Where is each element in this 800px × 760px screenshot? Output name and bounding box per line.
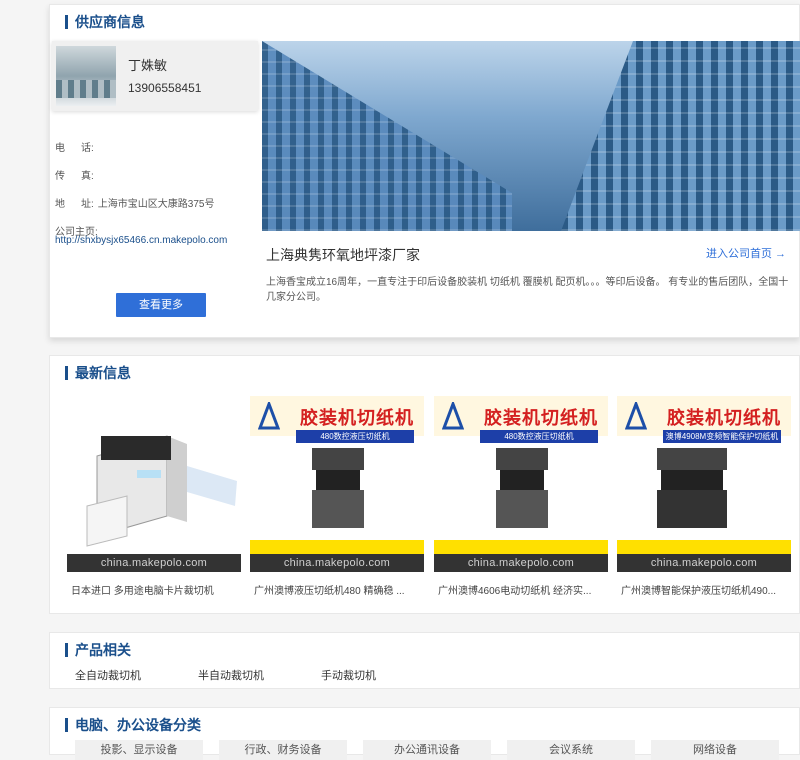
poster-subtitle: 480数控液压切纸机 — [296, 430, 414, 443]
contact-phone: 13906558451 — [128, 81, 202, 95]
homepage-link[interactable]: http://shxbysjx65466.cn.makepolo.com — [55, 235, 227, 246]
related-item[interactable]: 半自动裁切机 — [198, 667, 264, 683]
brand-logo-icon — [625, 402, 647, 430]
poster-title: 胶装机切纸机 — [300, 408, 414, 428]
watermark: china.makepolo.com — [250, 554, 424, 572]
company-description: 上海香宝成立16周年，一直专注于印后设备胶装机 切纸机 覆膜机 配页机。。。等印… — [266, 277, 789, 303]
latest-title: 最新信息 — [65, 364, 131, 382]
brand-logo-icon — [442, 402, 464, 430]
related-item[interactable]: 手动裁切机 — [321, 667, 376, 683]
watermark: china.makepolo.com — [617, 554, 791, 572]
categories-title: 电脑、办公设备分类 — [65, 716, 201, 734]
product-image[interactable]: 胶装机切纸机 480数控液压切纸机 china.makepolo.com — [434, 396, 608, 572]
enter-company-link[interactable]: 进入公司首页 → — [706, 245, 786, 261]
category-item[interactable]: 会议系统 — [507, 740, 635, 760]
related-title: 产品相关 — [65, 641, 131, 659]
category-item[interactable]: 网络设备 — [651, 740, 779, 760]
poster-subtitle: 480数控液压切纸机 — [480, 430, 598, 443]
product-caption[interactable]: 广州澳博液压切纸机480 精确稳 ... — [254, 582, 424, 597]
latest-info-panel: 最新信息 china.makepolo.com 日本进口 多用途电脑卡片裁切机 … — [49, 355, 800, 614]
product-image[interactable]: china.makepolo.com — [67, 396, 241, 572]
contact-card: 丁姝敏 13906558451 — [52, 41, 258, 111]
tel-line: 电 话: — [55, 139, 94, 154]
categories-panel: 电脑、办公设备分类 投影、显示设备 行政、财务设备 办公通讯设备 会议系统 网络… — [49, 707, 800, 760]
category-item[interactable]: 行政、财务设备 — [219, 740, 347, 760]
fax-line: 传 真: — [55, 167, 94, 182]
product-caption[interactable]: 日本进口 多用途电脑卡片裁切机 — [71, 582, 241, 597]
category-item[interactable]: 办公通讯设备 — [363, 740, 491, 760]
avatar — [56, 46, 116, 106]
tel-label2: 话: — [81, 143, 94, 154]
address-line: 地 址: 上海市宝山区大康路375号 — [55, 195, 214, 210]
product-caption[interactable]: 广州澳博智能保护液压切纸机490... — [621, 582, 791, 597]
supplier-panel: 供应商信息 丁姝敏 13906558451 电 话: 传 真: 地 址: 上海市宝山区大… — [49, 4, 800, 338]
watermark: china.makepolo.com — [67, 554, 241, 572]
poster-title: 胶装机切纸机 — [667, 408, 781, 428]
related-item[interactable]: 全自动裁切机 — [75, 667, 141, 683]
product-caption[interactable]: 广州澳博4606电动切纸机 经济实... — [438, 582, 608, 597]
category-item[interactable]: 投影、显示设备 — [75, 740, 203, 760]
addr-label: 地 — [55, 199, 66, 210]
contact-name: 丁姝敏 — [128, 58, 168, 73]
addr-label2: 址: — [81, 199, 94, 210]
product-image[interactable]: 胶装机切纸机 澳博4908M变频智能保护切纸机 china.makepolo.c… — [617, 396, 791, 572]
tel-label: 电 — [55, 143, 66, 154]
address-value: 上海市宝山区大康路375号 — [97, 199, 215, 210]
fax-label2: 真: — [81, 171, 94, 182]
poster-title: 胶装机切纸机 — [484, 408, 598, 428]
company-banner-image — [262, 41, 800, 231]
watermark: china.makepolo.com — [434, 554, 608, 572]
poster-subtitle: 澳博4908M变频智能保护切纸机 — [663, 430, 781, 443]
product-image[interactable]: 胶装机切纸机 480数控液压切纸机 china.makepolo.com — [250, 396, 424, 572]
company-name[interactable]: 上海典隽环氧地坪漆厂家 — [266, 245, 420, 265]
fax-label: 传 — [55, 171, 66, 182]
supplier-title: 供应商信息 — [65, 13, 145, 31]
view-more-button[interactable]: 查看更多 — [116, 293, 206, 317]
related-products-panel: 产品相关 全自动裁切机 半自动裁切机 手动裁切机 — [49, 632, 800, 689]
brand-logo-icon — [258, 402, 280, 430]
